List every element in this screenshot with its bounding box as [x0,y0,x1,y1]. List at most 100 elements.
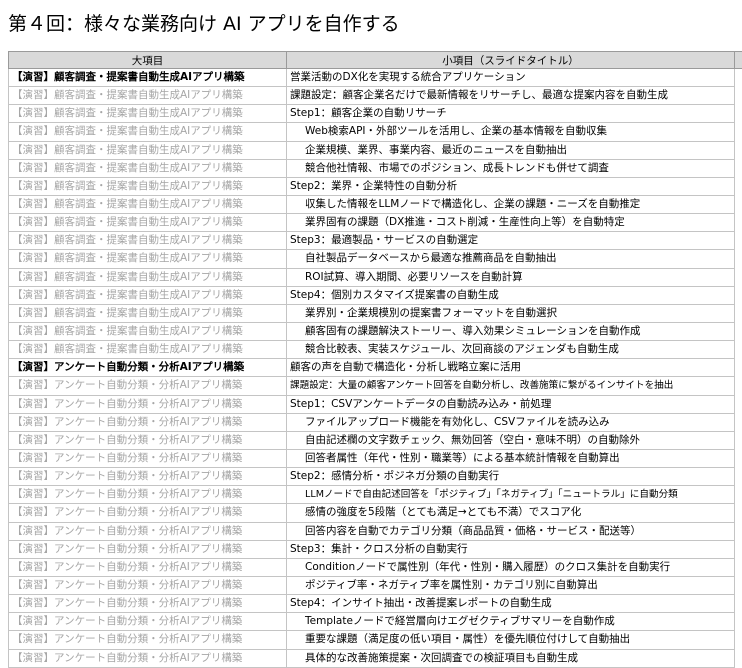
main-item-cell[interactable]: 【演習】顧客調査・提案書自動生成AIアプリ構築 [8,176,287,196]
main-item-cell[interactable]: 【演習】アンケート自動分類・分析AIアプリ構築 [8,630,287,650]
sub-item-cell[interactable]: Web検索API・外部ツールを活用し、企業の基本情報を自動収集 [286,122,735,142]
time-cell[interactable] [734,503,742,523]
sub-item-cell[interactable]: 課題設定：顧客企業名だけで最新情報をリサーチし、最適な提案内容を自動生成 [286,86,735,106]
time-cell[interactable] [734,612,742,631]
main-item-cell[interactable]: 【演習】顧客調査・提案書自動生成AIアプリ構築 [8,67,287,88]
sub-item-cell[interactable]: ポジティブ率・ネガティブ率を属性別・カテゴリ別に自動算出 [286,575,735,596]
sub-item-cell[interactable]: 顧客固有の課題解決ストーリー、導入効果シミュレーションを自動作成 [286,321,735,342]
header-main-item[interactable]: 大項目 [8,51,287,69]
main-item-cell[interactable]: 【演習】アンケート自動分類・分析AIアプリ構築 [8,521,287,541]
sub-item-cell[interactable]: Step1：CSVアンケートデータの自動読み込み・前処理 [286,394,735,414]
time-cell[interactable] [734,195,742,214]
time-cell[interactable] [734,649,742,668]
time-cell[interactable] [734,322,742,341]
sub-item-cell[interactable]: 顧客の声を自動で構造化・分析し戦略立案に活用 [286,358,735,378]
time-cell[interactable] [734,467,742,486]
time-cell[interactable] [734,159,742,178]
sub-item-cell[interactable]: 回答者属性（年代・性別・職業等）による基本統計情報を自動算出 [286,448,735,469]
sub-item-cell[interactable]: 業界別・企業規模別の提案書フォーマットを自動選択 [286,303,735,323]
sub-item-cell[interactable]: 課題設定：大量の顧客アンケート回答を自動分析し、改善施策に繋がるインサイトを抽出 [286,376,735,396]
time-cell[interactable] [734,141,742,160]
main-item-cell[interactable]: 【演習】アンケート自動分類・分析AIアプリ構築 [8,539,287,559]
sub-item-cell[interactable]: Step1：顧客企業の自動リサーチ [286,104,735,124]
main-item-cell[interactable]: 【演習】顧客調査・提案書自動生成AIアプリ構築 [8,267,287,287]
time-cell[interactable] [734,213,742,232]
main-item-cell[interactable]: 【演習】顧客調査・提案書自動生成AIアプリ構築 [8,231,287,251]
time-cell[interactable] [734,558,742,577]
time-cell[interactable] [734,268,742,287]
time-cell[interactable] [734,304,742,323]
time-cell[interactable] [734,431,742,450]
sub-item-cell[interactable]: Conditionノードで属性別（年代・性別・購入履歴）のクロス集計を自動実行 [286,557,735,577]
sub-item-cell[interactable]: 感情の強度を5段階（とても満足→とても不満）でスコア化 [286,503,735,523]
sub-item-cell[interactable]: Templateノードで経営層向けエグゼクティブサマリーを自動作成 [286,612,735,632]
main-item-cell[interactable]: 【演習】顧客調査・提案書自動生成AIアプリ構築 [8,104,287,124]
sub-item-cell[interactable]: ROI試算、導入期間、必要リソースを自動計算 [286,267,735,287]
main-item-cell[interactable]: 【演習】アンケート自動分類・分析AIアプリ構築 [8,485,287,505]
main-item-cell[interactable]: 【演習】アンケート自動分類・分析AIアプリ構築 [8,594,287,614]
sub-item-cell[interactable]: Step4：インサイト抽出・改善提案レポートの自動生成 [286,594,735,614]
sub-item-cell[interactable]: Step3：最適製品・サービスの自動選定 [286,231,735,251]
main-item-cell[interactable]: 【演習】顧客調査・提案書自動生成AIアプリ構築 [8,321,287,342]
main-item-cell[interactable]: 【演習】アンケート自動分類・分析AIアプリ構築 [8,612,287,632]
sub-item-cell[interactable]: 競合他社情報、市場でのポジション、成長トレンドも併せて調査 [286,158,735,178]
main-item-cell[interactable]: 【演習】アンケート自動分類・分析AIアプリ構築 [8,467,287,487]
main-item-cell[interactable]: 【演習】アンケート自動分類・分析AIアプリ構築 [8,358,287,378]
time-cell[interactable] [734,286,742,305]
main-item-cell[interactable]: 【演習】顧客調査・提案書自動生成AIアプリ構築 [8,158,287,178]
main-item-cell[interactable]: 【演習】アンケート自動分類・分析AIアプリ構築 [8,575,287,596]
main-item-cell[interactable]: 【演習】アンケート自動分類・分析AIアプリ構築 [8,648,287,668]
main-item-cell[interactable]: 【演習】アンケート自動分類・分析AIアプリ構築 [8,448,287,469]
main-item-cell[interactable]: 【演習】顧客調査・提案書自動生成AIアプリ構築 [8,340,287,360]
time-cell[interactable] [734,522,742,541]
main-item-cell[interactable]: 【演習】顧客調査・提案書自動生成AIアプリ構築 [8,194,287,215]
time-cell[interactable] [734,485,742,504]
sub-item-cell[interactable]: 自由記述欄の文字数チェック、無効回答（空白・意味不明）の自動除外 [286,430,735,450]
time-cell[interactable] [734,68,742,87]
main-item-cell[interactable]: 【演習】顧客調査・提案書自動生成AIアプリ構築 [8,140,287,160]
time-cell[interactable] [734,413,742,432]
sub-item-cell[interactable]: Step2：業界・企業特性の自動分析 [286,176,735,196]
main-item-cell[interactable]: 【演習】顧客調査・提案書自動生成AIアプリ構築 [8,303,287,323]
main-item-cell[interactable]: 【演習】アンケート自動分類・分析AIアプリ構築 [8,412,287,432]
sub-item-cell[interactable]: 営業活動のDX化を実現する統合アプリケーション [286,67,735,88]
time-cell[interactable] [734,122,742,142]
main-item-cell[interactable]: 【演習】顧客調査・提案書自動生成AIアプリ構築 [8,285,287,305]
sub-item-cell[interactable]: 企業規模、業界、事業内容、最近のニュースを自動抽出 [286,140,735,160]
main-item-cell[interactable]: 【演習】アンケート自動分類・分析AIアプリ構築 [8,557,287,577]
sub-item-cell[interactable]: 回答内容を自動でカテゴリ分類（商品品質・価格・サービス・配送等） [286,521,735,541]
time-cell[interactable] [734,630,742,649]
main-item-cell[interactable]: 【演習】顧客調査・提案書自動生成AIアプリ構築 [8,86,287,106]
main-item-cell[interactable]: 【演習】アンケート自動分類・分析AIアプリ構築 [8,430,287,450]
sub-item-cell[interactable]: 競合比較表、実装スケジュール、次回商談のアジェンダも自動生成 [286,340,735,360]
sub-item-cell[interactable]: 業界固有の課題（DX推進・コスト削減・生産性向上等）を自動特定 [286,213,735,233]
sub-item-cell[interactable]: 重要な課題（満足度の低い項目・属性）を優先順位付けして自動抽出 [286,630,735,650]
sub-item-cell[interactable]: 収集した情報をLLMノードで構造化し、企業の課題・ニーズを自動推定 [286,194,735,215]
sub-item-cell[interactable]: Step4：個別カスタマイズ提案書の自動生成 [286,285,735,305]
sub-item-cell[interactable]: 自社製品データベースから最適な推薦商品を自動抽出 [286,249,735,269]
main-item-cell[interactable]: 【演習】アンケート自動分類・分析AIアプリ構築 [8,394,287,414]
header-sub-item[interactable]: 小項目（スライドタイトル） [286,51,735,69]
time-cell[interactable] [734,340,742,359]
sub-item-cell[interactable]: ファイルアップロード機能を有効化し、CSVファイルを読み込み [286,412,735,432]
time-cell[interactable] [734,594,742,613]
sub-item-cell[interactable]: 具体的な改善施策提案・次回調査での検証項目も自動生成 [286,648,735,668]
time-cell[interactable] [734,449,742,468]
time-cell[interactable] [734,177,742,196]
sub-item-cell[interactable]: LLMノードで自由記述回答を「ポジティブ」「ネガティブ」「ニュートラル」に自動分… [286,485,735,505]
main-item-cell[interactable]: 【演習】顧客調査・提案書自動生成AIアプリ構築 [8,249,287,269]
main-item-cell[interactable]: 【演習】アンケート自動分類・分析AIアプリ構築 [8,376,287,396]
time-cell[interactable] [734,576,742,595]
time-cell[interactable] [734,358,742,377]
main-item-cell[interactable]: 【演習】顧客調査・提案書自動生成AIアプリ構築 [8,213,287,233]
main-item-cell[interactable]: 【演習】顧客調査・提案書自動生成AIアプリ構築 [8,122,287,142]
sub-item-cell[interactable]: Step2：感情分析・ポジネガ分類の自動実行 [286,467,735,487]
time-cell[interactable] [734,231,742,250]
header-time[interactable]: 時 [734,51,742,69]
time-cell[interactable] [734,249,742,269]
main-item-cell[interactable]: 【演習】アンケート自動分類・分析AIアプリ構築 [8,503,287,523]
sub-item-cell[interactable]: Step3：集計・クロス分析の自動実行 [286,539,735,559]
time-cell[interactable] [734,376,742,396]
time-cell[interactable] [734,540,742,559]
time-cell[interactable] [734,86,742,105]
